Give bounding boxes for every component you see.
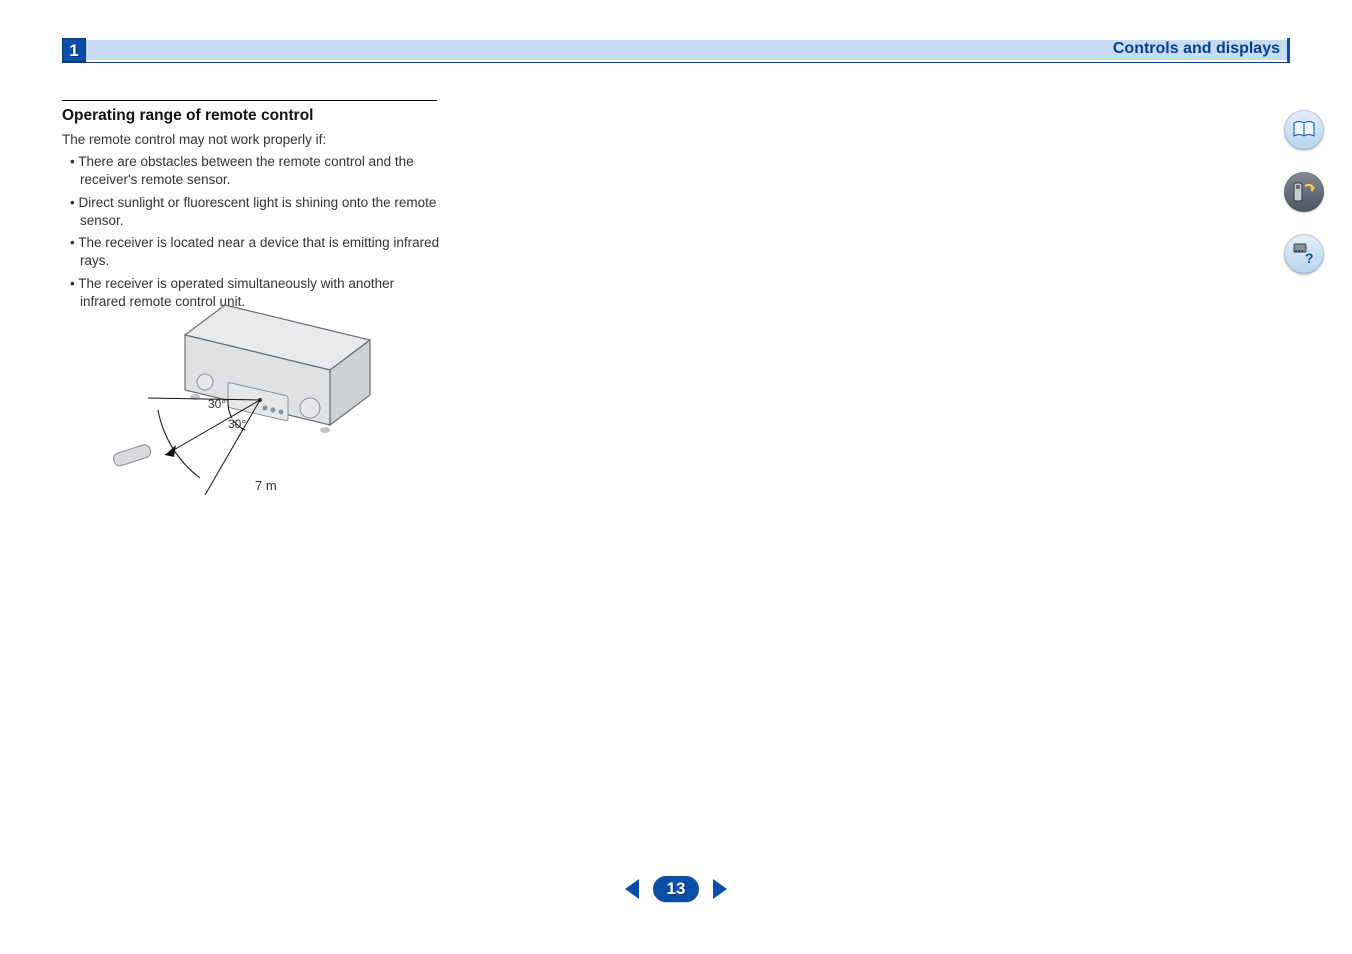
angle-upper-label: 30° bbox=[208, 397, 226, 411]
angle-lower-label: 30° bbox=[228, 417, 246, 431]
sidebar-icons: ? bbox=[1284, 110, 1324, 274]
remote-icon[interactable] bbox=[1284, 172, 1324, 212]
list-item: Direct sunlight or fluorescent light is … bbox=[70, 194, 440, 230]
help-icon[interactable]: ? bbox=[1284, 234, 1324, 274]
distance-label: 7 m bbox=[255, 478, 277, 493]
next-page-button[interactable] bbox=[713, 879, 727, 899]
page-number-badge: 13 bbox=[653, 876, 700, 902]
section-title-bar bbox=[1287, 38, 1290, 62]
subheading: Operating range of remote control bbox=[62, 107, 462, 125]
bullet-list: There are obstacles between the remote c… bbox=[62, 153, 462, 311]
operating-range-diagram: 30° 30° 7 m bbox=[110, 300, 400, 510]
content-column: Operating range of remote control The re… bbox=[62, 100, 462, 315]
section-title: Controls and displays bbox=[1113, 40, 1280, 58]
svg-text:?: ? bbox=[1305, 250, 1314, 266]
subheading-rule bbox=[62, 100, 437, 101]
header-band bbox=[62, 40, 1290, 60]
book-icon[interactable] bbox=[1284, 110, 1324, 150]
list-item: There are obstacles between the remote c… bbox=[70, 153, 440, 189]
intro-text: The remote control may not work properly… bbox=[62, 131, 462, 149]
list-item: The receiver is located near a device th… bbox=[70, 234, 440, 270]
chapter-number-badge: 1 bbox=[62, 38, 86, 62]
pager: 13 bbox=[0, 876, 1352, 902]
prev-page-button[interactable] bbox=[625, 879, 639, 899]
